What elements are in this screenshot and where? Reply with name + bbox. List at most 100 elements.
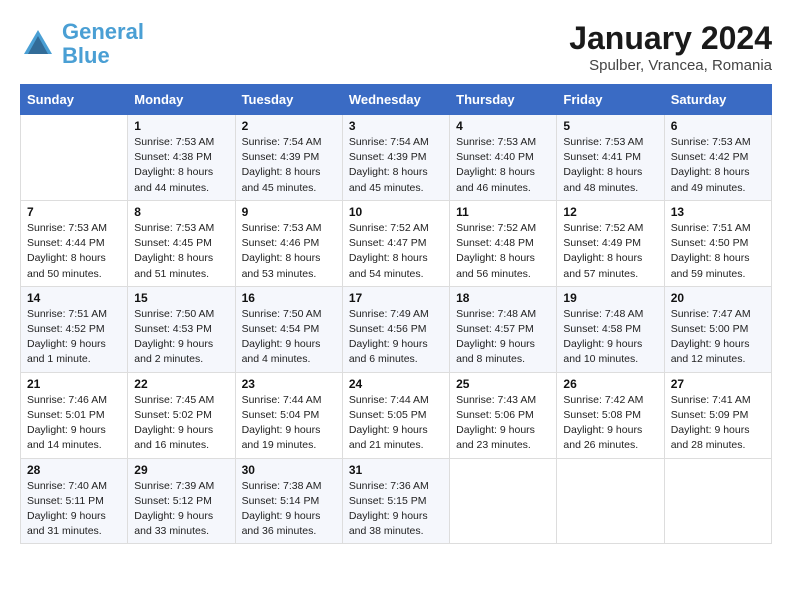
day-number: 18	[456, 291, 550, 305]
day-cell	[557, 458, 664, 544]
month-title: January 2024	[569, 20, 772, 57]
day-info: Sunrise: 7:53 AM Sunset: 4:41 PM Dayligh…	[563, 135, 657, 196]
day-number: 31	[349, 463, 443, 477]
day-number: 24	[349, 377, 443, 391]
day-cell: 29 Sunrise: 7:39 AM Sunset: 5:12 PM Dayli…	[128, 458, 235, 544]
day-info: Sunrise: 7:40 AM Sunset: 5:11 PM Dayligh…	[27, 479, 121, 540]
day-info: Sunrise: 7:44 AM Sunset: 5:05 PM Dayligh…	[349, 393, 443, 454]
day-cell: 18 Sunrise: 7:48 AM Sunset: 4:57 PM Dayli…	[450, 286, 557, 372]
day-number: 22	[134, 377, 228, 391]
day-number: 17	[349, 291, 443, 305]
day-number: 6	[671, 119, 765, 133]
day-cell: 7Sunrise: 7:53 AM Sunset: 4:44 PM Daylig…	[21, 200, 128, 286]
day-info: Sunrise: 7:47 AM Sunset: 5:00 PM Dayligh…	[671, 307, 765, 368]
day-number: 29	[134, 463, 228, 477]
day-info: Sunrise: 7:52 AM Sunset: 4:49 PM Dayligh…	[563, 221, 657, 282]
day-info: Sunrise: 7:43 AM Sunset: 5:06 PM Dayligh…	[456, 393, 550, 454]
day-cell: 2Sunrise: 7:54 AM Sunset: 4:39 PM Daylig…	[235, 115, 342, 201]
day-cell: 12 Sunrise: 7:52 AM Sunset: 4:49 PM Dayli…	[557, 200, 664, 286]
day-info: Sunrise: 7:54 AM Sunset: 4:39 PM Dayligh…	[349, 135, 443, 196]
day-cell	[21, 115, 128, 201]
day-number: 25	[456, 377, 550, 391]
day-info: Sunrise: 7:53 AM Sunset: 4:42 PM Dayligh…	[671, 135, 765, 196]
logo: GeneralBlue	[20, 20, 144, 68]
logo-icon	[20, 26, 56, 62]
day-cell: 24 Sunrise: 7:44 AM Sunset: 5:05 PM Dayli…	[342, 372, 449, 458]
day-number: 26	[563, 377, 657, 391]
day-number: 11	[456, 205, 550, 219]
day-number: 14	[27, 291, 121, 305]
day-number: 9	[242, 205, 336, 219]
day-number: 28	[27, 463, 121, 477]
day-info: Sunrise: 7:36 AM Sunset: 5:15 PM Dayligh…	[349, 479, 443, 540]
day-number: 12	[563, 205, 657, 219]
page-header: GeneralBlue January 2024 Spulber, Vrance…	[20, 20, 772, 74]
column-header-thursday: Thursday	[450, 85, 557, 115]
day-info: Sunrise: 7:53 AM Sunset: 4:45 PM Dayligh…	[134, 221, 228, 282]
day-number: 3	[349, 119, 443, 133]
column-header-sunday: Sunday	[21, 85, 128, 115]
location: Spulber, Vrancea, Romania	[569, 57, 772, 74]
column-header-wednesday: Wednesday	[342, 85, 449, 115]
week-row-5: 28 Sunrise: 7:40 AM Sunset: 5:11 PM Dayli…	[21, 458, 772, 544]
column-header-monday: Monday	[128, 85, 235, 115]
day-info: Sunrise: 7:54 AM Sunset: 4:39 PM Dayligh…	[242, 135, 336, 196]
day-cell: 28 Sunrise: 7:40 AM Sunset: 5:11 PM Dayli…	[21, 458, 128, 544]
day-cell: 3 Sunrise: 7:54 AM Sunset: 4:39 PM Daylig…	[342, 115, 449, 201]
day-info: Sunrise: 7:52 AM Sunset: 4:47 PM Dayligh…	[349, 221, 443, 282]
day-cell: 10 Sunrise: 7:52 AM Sunset: 4:47 PM Dayli…	[342, 200, 449, 286]
day-info: Sunrise: 7:39 AM Sunset: 5:12 PM Dayligh…	[134, 479, 228, 540]
day-cell: 16 Sunrise: 7:50 AM Sunset: 4:54 PM Dayli…	[235, 286, 342, 372]
day-cell: 25 Sunrise: 7:43 AM Sunset: 5:06 PM Dayli…	[450, 372, 557, 458]
day-number: 20	[671, 291, 765, 305]
day-info: Sunrise: 7:42 AM Sunset: 5:08 PM Dayligh…	[563, 393, 657, 454]
day-info: Sunrise: 7:53 AM Sunset: 4:38 PM Dayligh…	[134, 135, 228, 196]
title-block: January 2024 Spulber, Vrancea, Romania	[569, 20, 772, 74]
day-cell: 1 Sunrise: 7:53 AM Sunset: 4:38 PM Daylig…	[128, 115, 235, 201]
day-number: 16	[242, 291, 336, 305]
day-cell: 31 Sunrise: 7:36 AM Sunset: 5:15 PM Dayli…	[342, 458, 449, 544]
day-info: Sunrise: 7:53 AM Sunset: 4:44 PM Dayligh…	[27, 221, 121, 282]
day-number: 30	[242, 463, 336, 477]
day-info: Sunrise: 7:38 AM Sunset: 5:14 PM Dayligh…	[242, 479, 336, 540]
day-info: Sunrise: 7:51 AM Sunset: 4:52 PM Dayligh…	[27, 307, 121, 368]
day-cell: 20 Sunrise: 7:47 AM Sunset: 5:00 PM Dayli…	[664, 286, 771, 372]
day-info: Sunrise: 7:51 AM Sunset: 4:50 PM Dayligh…	[671, 221, 765, 282]
day-number: 10	[349, 205, 443, 219]
day-cell: 30 Sunrise: 7:38 AM Sunset: 5:14 PM Dayli…	[235, 458, 342, 544]
day-number: 19	[563, 291, 657, 305]
day-info: Sunrise: 7:49 AM Sunset: 4:56 PM Dayligh…	[349, 307, 443, 368]
column-header-saturday: Saturday	[664, 85, 771, 115]
day-info: Sunrise: 7:48 AM Sunset: 4:58 PM Dayligh…	[563, 307, 657, 368]
day-number: 15	[134, 291, 228, 305]
day-number: 21	[27, 377, 121, 391]
column-header-tuesday: Tuesday	[235, 85, 342, 115]
day-cell	[450, 458, 557, 544]
day-info: Sunrise: 7:50 AM Sunset: 4:54 PM Dayligh…	[242, 307, 336, 368]
day-cell: 27Sunrise: 7:41 AM Sunset: 5:09 PM Dayli…	[664, 372, 771, 458]
day-info: Sunrise: 7:52 AM Sunset: 4:48 PM Dayligh…	[456, 221, 550, 282]
day-cell: 22Sunrise: 7:45 AM Sunset: 5:02 PM Dayli…	[128, 372, 235, 458]
day-info: Sunrise: 7:44 AM Sunset: 5:04 PM Dayligh…	[242, 393, 336, 454]
day-number: 13	[671, 205, 765, 219]
day-cell: 8 Sunrise: 7:53 AM Sunset: 4:45 PM Daylig…	[128, 200, 235, 286]
day-cell: 9 Sunrise: 7:53 AM Sunset: 4:46 PM Daylig…	[235, 200, 342, 286]
day-number: 8	[134, 205, 228, 219]
day-cell: 19 Sunrise: 7:48 AM Sunset: 4:58 PM Dayli…	[557, 286, 664, 372]
day-cell: 17 Sunrise: 7:49 AM Sunset: 4:56 PM Dayli…	[342, 286, 449, 372]
column-header-friday: Friday	[557, 85, 664, 115]
week-row-1: 1 Sunrise: 7:53 AM Sunset: 4:38 PM Daylig…	[21, 115, 772, 201]
calendar-table: SundayMondayTuesdayWednesdayThursdayFrid…	[20, 84, 772, 544]
day-info: Sunrise: 7:53 AM Sunset: 4:46 PM Dayligh…	[242, 221, 336, 282]
column-headers: SundayMondayTuesdayWednesdayThursdayFrid…	[21, 85, 772, 115]
day-info: Sunrise: 7:48 AM Sunset: 4:57 PM Dayligh…	[456, 307, 550, 368]
day-cell: 26 Sunrise: 7:42 AM Sunset: 5:08 PM Dayli…	[557, 372, 664, 458]
day-number: 1	[134, 119, 228, 133]
day-number: 4	[456, 119, 550, 133]
day-cell: 15Sunrise: 7:50 AM Sunset: 4:53 PM Dayli…	[128, 286, 235, 372]
day-cell: 13 Sunrise: 7:51 AM Sunset: 4:50 PM Dayli…	[664, 200, 771, 286]
week-row-4: 21Sunrise: 7:46 AM Sunset: 5:01 PM Dayli…	[21, 372, 772, 458]
day-number: 23	[242, 377, 336, 391]
week-row-3: 14 Sunrise: 7:51 AM Sunset: 4:52 PM Dayli…	[21, 286, 772, 372]
day-number: 27	[671, 377, 765, 391]
